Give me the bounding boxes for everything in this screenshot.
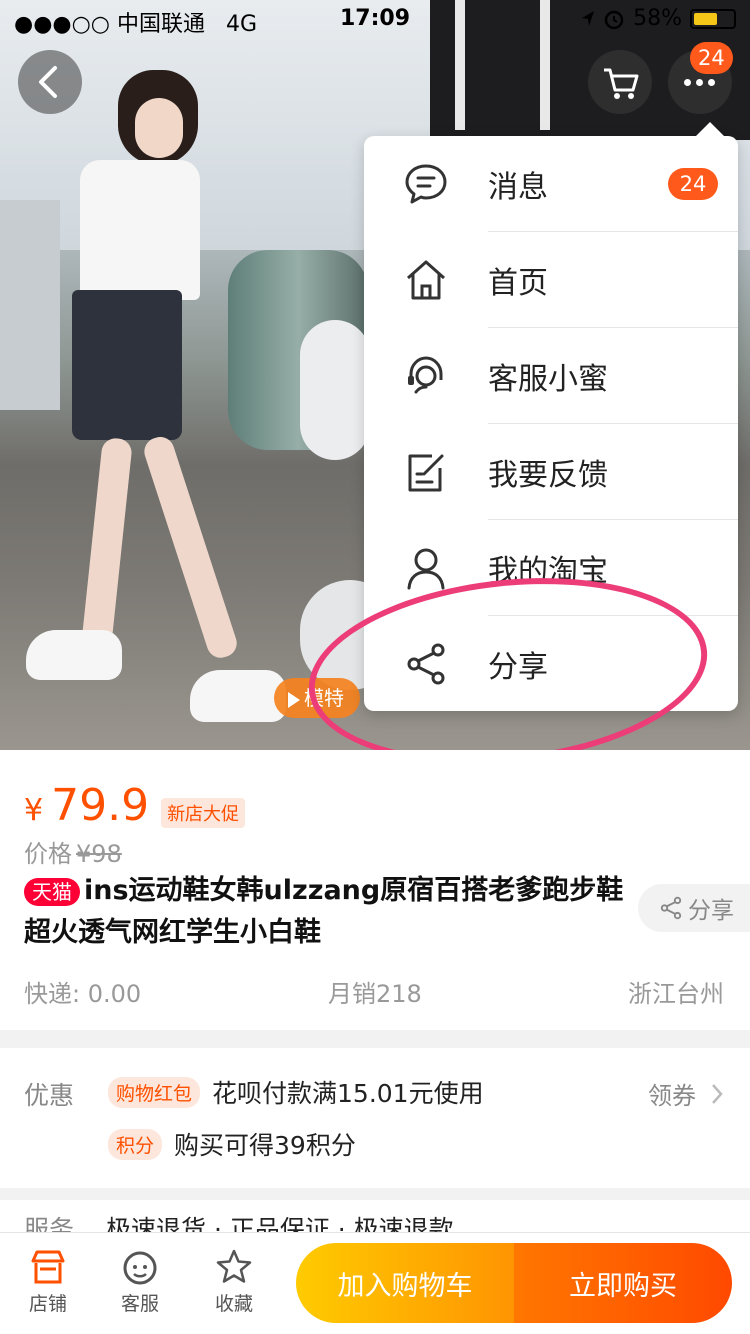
favorite-label: 收藏 [214, 1293, 253, 1315]
image-shoe-closeup [300, 320, 370, 460]
currency-symbol: ¥ [24, 793, 44, 828]
original-price-label: 价格 [24, 840, 72, 868]
customer-service-tab[interactable]: 客服 [100, 1245, 180, 1316]
customer-service-icon [408, 356, 443, 394]
menu-message-badge: 24 [668, 168, 718, 200]
points-tag: 积分 [108, 1128, 163, 1160]
image-model-shirt [80, 160, 200, 300]
store-tab[interactable]: 店铺 [8, 1245, 88, 1316]
store-label: 店铺 [28, 1293, 67, 1315]
menu-item-messages[interactable]: 消息 24 [364, 136, 738, 232]
menu-item-label: 首页 [488, 266, 548, 301]
red-packet-text: 花呗付款满15.01元使用 [212, 1079, 484, 1108]
product-price: 79.9 [51, 780, 150, 831]
service-label: 客服 [120, 1293, 159, 1315]
status-bar: ●●●○○ 中国联通 4G 17:09 58% [0, 0, 750, 40]
add-to-cart-button[interactable]: 加入购物车 [296, 1243, 514, 1323]
promotions-section[interactable]: 优惠 购物红包 花呗付款满15.01元使用 积分 购买可得39积分 领券 [0, 1048, 750, 1188]
product-title: 天猫 ins运动鞋女韩ulzzang原宿百搭老爹跑步鞋超火透气网红学生小白鞋 [24, 870, 624, 954]
price-row: ¥ 79.9 新店大促 [24, 780, 246, 831]
message-icon [405, 164, 447, 204]
service-face-icon [123, 1251, 157, 1285]
menu-item-label: 客服小蜜 [488, 362, 608, 397]
menu-item-label: 消息 [488, 170, 548, 205]
more-icon [684, 79, 715, 86]
buy-now-button[interactable]: 立即购买 [514, 1243, 732, 1323]
menu-item-label: 我要反馈 [488, 458, 608, 493]
status-right: 58% [581, 6, 736, 31]
cart-button[interactable] [588, 50, 652, 114]
home-icon [407, 260, 445, 300]
chevron-right-icon [712, 1083, 723, 1104]
alarm-icon [604, 10, 624, 29]
menu-item-feedback[interactable]: 我要反馈 [364, 424, 738, 520]
favorite-tab[interactable]: 收藏 [194, 1245, 274, 1316]
get-coupon-link[interactable]: 领券 [648, 1076, 724, 1111]
red-packet-row: 购物红包 花呗付款满15.01元使用 [108, 1074, 484, 1110]
points-row: 积分 购买可得39积分 [108, 1126, 356, 1162]
product-info: ¥ 79.9 新店大促 价格 ¥98 天猫 ins运动鞋女韩ulzzang原宿百搭老… [0, 750, 750, 1030]
user-icon [407, 548, 445, 590]
coupon-label: 领券 [648, 1082, 696, 1110]
share-button[interactable]: 分享 [638, 884, 750, 932]
location-icon [582, 10, 595, 26]
image-model-face [135, 98, 183, 158]
battery-text: 58% [633, 6, 682, 31]
store-icon [31, 1250, 65, 1284]
share-icon [660, 896, 682, 920]
product-title-text: ins运动鞋女韩ulzzang原宿百搭老爹跑步鞋超火透气网红学生小白鞋 [24, 875, 624, 948]
image-shoe [190, 670, 286, 722]
image-wall [0, 200, 60, 410]
image-shoe [26, 630, 122, 680]
feedback-icon [408, 454, 444, 492]
back-button[interactable] [18, 50, 82, 114]
original-price-value: ¥98 [76, 840, 122, 868]
menu-item-customer-service[interactable]: 客服小蜜 [364, 328, 738, 424]
tmall-badge: 天猫 [24, 877, 80, 906]
bottom-action-bar: 店铺 客服 收藏 加入购物车 立即购买 [0, 1232, 750, 1334]
play-icon [288, 691, 300, 708]
image-model-leg [140, 433, 241, 662]
star-icon [216, 1249, 252, 1283]
image-model-skirt [72, 290, 182, 440]
image-model-leg [81, 437, 133, 649]
original-price: 价格 ¥98 [24, 834, 122, 869]
ship-location: 浙江台州 [628, 980, 724, 1008]
monthly-sales: 月销218 [328, 980, 422, 1008]
red-packet-tag: 购物红包 [108, 1076, 201, 1108]
battery-icon [690, 8, 736, 29]
chevron-left-icon [39, 66, 57, 98]
menu-item-home[interactable]: 首页 [364, 232, 738, 328]
share-label: 分享 [688, 898, 734, 924]
promo-tag: 新店大促 [161, 798, 246, 828]
shipping-fee: 快递: 0.00 [24, 980, 142, 1008]
promotions-label: 优惠 [24, 1081, 75, 1110]
cart-icon [604, 68, 639, 99]
points-text: 购买可得39积分 [174, 1131, 356, 1160]
message-count-badge: 24 [690, 42, 733, 74]
